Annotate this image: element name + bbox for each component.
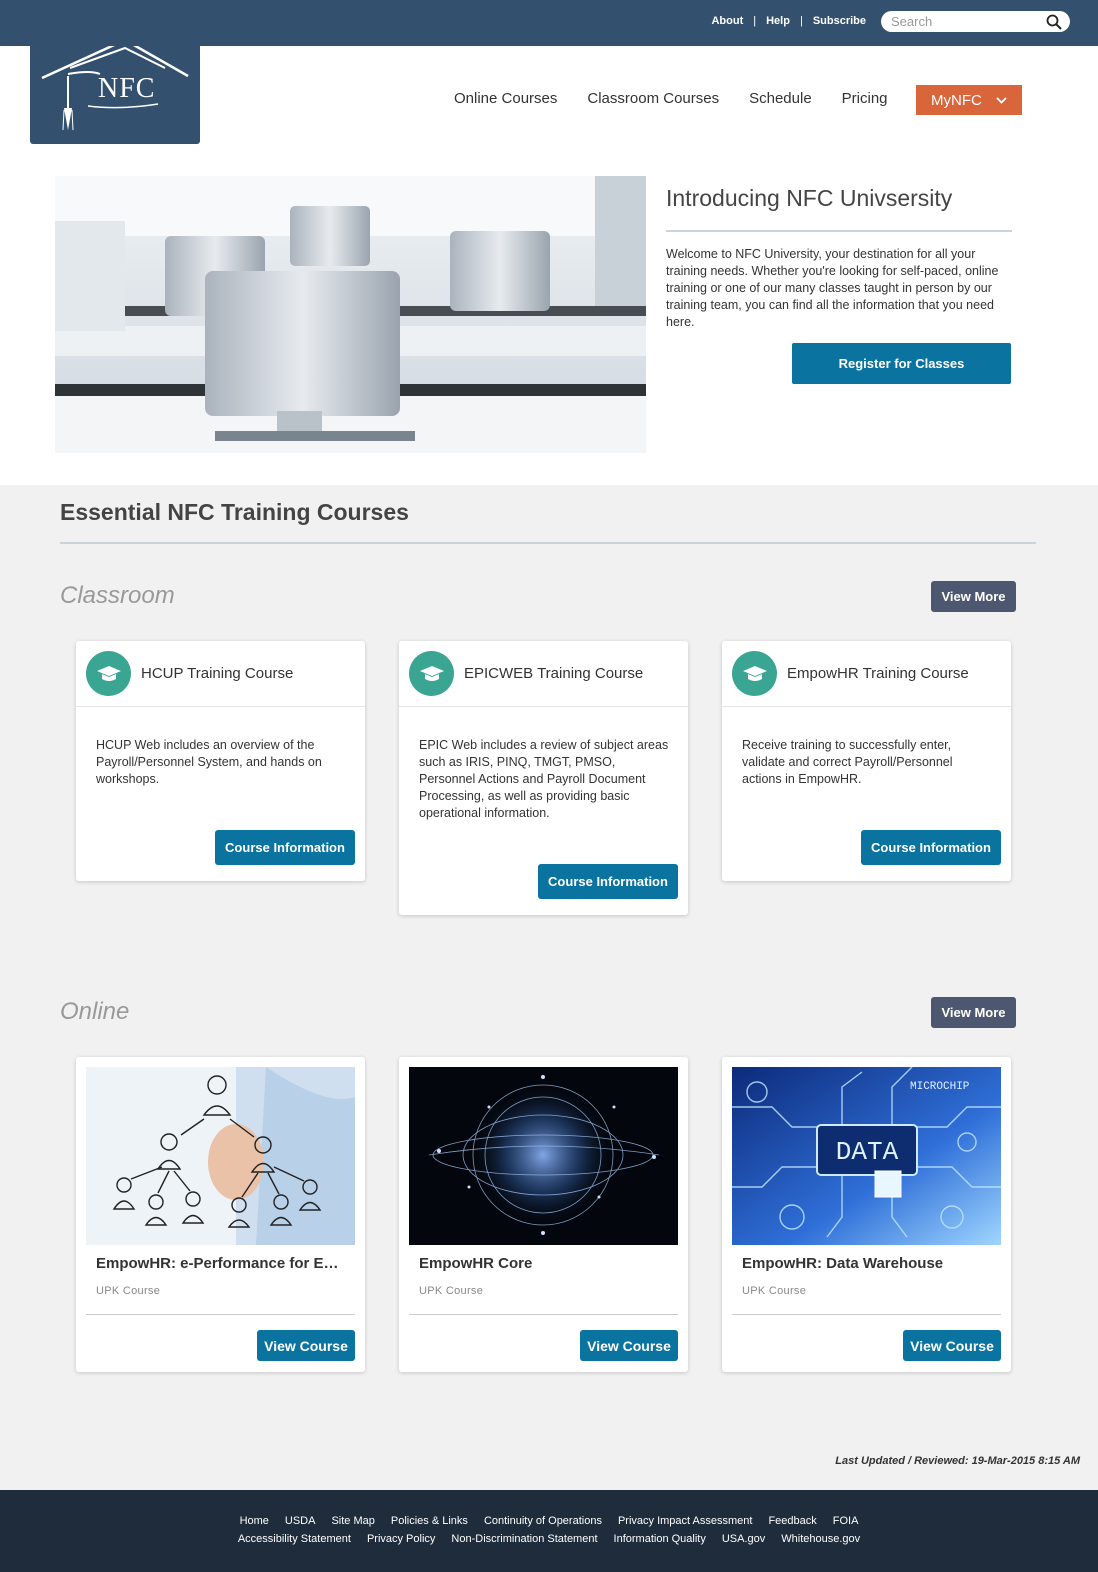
subscribe-link[interactable]: Subscribe xyxy=(813,15,866,27)
card-description: EPIC Web includes a review of subject ar… xyxy=(419,738,669,820)
view-course-button[interactable]: View Course xyxy=(257,1330,355,1361)
data-image-text: DATA xyxy=(836,1137,899,1167)
hero-description: Welcome to NFC University, your destinat… xyxy=(666,247,999,329)
course-type-label: UPK Course xyxy=(742,1285,807,1297)
footer-link-foia[interactable]: FOIA xyxy=(833,1515,859,1527)
classroom-card-empowhr: EmpowHR Training Course Receive training… xyxy=(722,641,1011,881)
course-information-button[interactable]: Course Information xyxy=(215,830,355,865)
graduation-cap-icon xyxy=(732,651,777,696)
course-title[interactable]: EmpowHR Core xyxy=(419,1255,669,1272)
card-divider xyxy=(409,1314,678,1315)
data-circuit-image[interactable]: DATA MICROCHIP xyxy=(732,1067,1001,1245)
graduation-cap-icon xyxy=(409,651,454,696)
classroom-card-hcup: HCUP Training Course HCUP Web includes a… xyxy=(76,641,365,881)
main-nav: Online Courses Classroom Courses Schedul… xyxy=(454,90,918,107)
footer-link-information-quality[interactable]: Information Quality xyxy=(614,1533,706,1545)
card-header: EmpowHR Training Course xyxy=(722,641,1011,707)
card-title: HCUP Training Course xyxy=(141,665,294,682)
courses-section-title: Essential NFC Training Courses xyxy=(60,499,409,525)
footer-link-privacy-impact[interactable]: Privacy Impact Assessment xyxy=(618,1515,753,1527)
mynfc-label: MyNFC xyxy=(931,91,982,109)
view-course-button[interactable]: View Course xyxy=(903,1330,1001,1361)
last-updated-text: Last Updated / Reviewed: 19-Mar-2015 8:1… xyxy=(835,1455,1080,1467)
course-title[interactable]: EmpowHR: e-Performance for Employees xyxy=(96,1255,346,1272)
footer-links-row-1: Home USDA Site Map Policies & Links Cont… xyxy=(0,1515,1098,1527)
footer-link-privacy-policy[interactable]: Privacy Policy xyxy=(367,1533,435,1545)
utility-links: About | Help | Subscribe xyxy=(711,15,866,27)
footer-link-feedback[interactable]: Feedback xyxy=(768,1515,816,1527)
classroom-view-more-button[interactable]: View More xyxy=(931,581,1016,612)
section-divider xyxy=(60,542,1036,544)
online-view-more-button[interactable]: View More xyxy=(931,997,1016,1028)
card-description: Receive training to successfully enter, … xyxy=(742,738,953,786)
online-heading: Online xyxy=(60,998,130,1025)
course-information-button[interactable]: Course Information xyxy=(861,830,1001,865)
card-divider xyxy=(732,1314,1001,1315)
help-link[interactable]: Help xyxy=(766,15,790,27)
chevron-down-icon xyxy=(996,96,1007,104)
footer-link-continuity[interactable]: Continuity of Operations xyxy=(484,1515,602,1527)
footer-link-policies[interactable]: Policies & Links xyxy=(391,1515,468,1527)
card-header: EPICWEB Training Course xyxy=(399,641,688,707)
course-type-label: UPK Course xyxy=(96,1285,161,1297)
footer-link-site-map[interactable]: Site Map xyxy=(331,1515,374,1527)
online-card-e-performance: EmpowHR: e-Performance for Employees UPK… xyxy=(76,1057,365,1372)
logo-text: NFC xyxy=(98,73,156,104)
hero-computer-lab-image xyxy=(55,176,646,453)
online-card-empowhr-core: EmpowHR Core UPK Course View Course xyxy=(399,1057,688,1372)
about-link[interactable]: About xyxy=(711,15,743,27)
org-chart-sketch-image[interactable] xyxy=(86,1067,355,1245)
network-globe-image[interactable] xyxy=(409,1067,678,1245)
view-course-button[interactable]: View Course xyxy=(580,1330,678,1361)
footer-link-usda[interactable]: USDA xyxy=(285,1515,316,1527)
nav-online-courses[interactable]: Online Courses xyxy=(454,90,557,107)
separator: | xyxy=(753,15,757,27)
courses-section: Essential NFC Training Courses Classroom… xyxy=(0,485,1098,1490)
search-icon[interactable] xyxy=(1046,14,1062,30)
classroom-heading: Classroom xyxy=(60,582,175,609)
footer-links-row-2: Accessibility Statement Privacy Policy N… xyxy=(0,1533,1098,1545)
register-for-classes-button[interactable]: Register for Classes xyxy=(792,343,1011,384)
footer-link-home[interactable]: Home xyxy=(240,1515,269,1527)
graduation-cap-icon xyxy=(86,651,131,696)
card-title: EmpowHR Training Course xyxy=(787,665,969,682)
nav-schedule[interactable]: Schedule xyxy=(749,90,812,107)
hero-title: Introducing NFC Univsersity xyxy=(666,185,953,211)
online-card-data-warehouse: DATA MICROCHIP EmpowHR: Data Warehouse U… xyxy=(722,1057,1011,1372)
nav-pricing[interactable]: Pricing xyxy=(842,90,888,107)
course-type-label: UPK Course xyxy=(419,1285,484,1297)
card-header: HCUP Training Course xyxy=(76,641,365,707)
separator: | xyxy=(799,15,803,27)
mynfc-dropdown-button[interactable]: MyNFC xyxy=(916,85,1022,115)
card-title: EPICWEB Training Course xyxy=(464,665,644,682)
card-description: HCUP Web includes an overview of the Pay… xyxy=(96,738,322,786)
footer-link-whitehouse-gov[interactable]: Whitehouse.gov xyxy=(781,1533,860,1545)
nav-classroom-courses[interactable]: Classroom Courses xyxy=(587,90,719,107)
footer: Home USDA Site Map Policies & Links Cont… xyxy=(0,1490,1098,1572)
search-box xyxy=(881,11,1070,32)
card-divider xyxy=(86,1314,355,1315)
course-title[interactable]: EmpowHR: Data Warehouse xyxy=(742,1255,992,1272)
footer-link-accessibility[interactable]: Accessibility Statement xyxy=(238,1533,351,1545)
hero-divider xyxy=(666,230,1012,232)
microchip-text: MICROCHIP xyxy=(910,1081,970,1093)
footer-link-usa-gov[interactable]: USA.gov xyxy=(722,1533,765,1545)
footer-link-non-discrimination[interactable]: Non-Discrimination Statement xyxy=(451,1533,597,1545)
top-utility-bar: About | Help | Subscribe xyxy=(0,0,1098,46)
course-information-button[interactable]: Course Information xyxy=(538,864,678,899)
search-input[interactable] xyxy=(891,14,1041,29)
nfc-logo[interactable]: NFC xyxy=(30,38,200,144)
classroom-card-epicweb: EPICWEB Training Course EPIC Web include… xyxy=(399,641,688,915)
